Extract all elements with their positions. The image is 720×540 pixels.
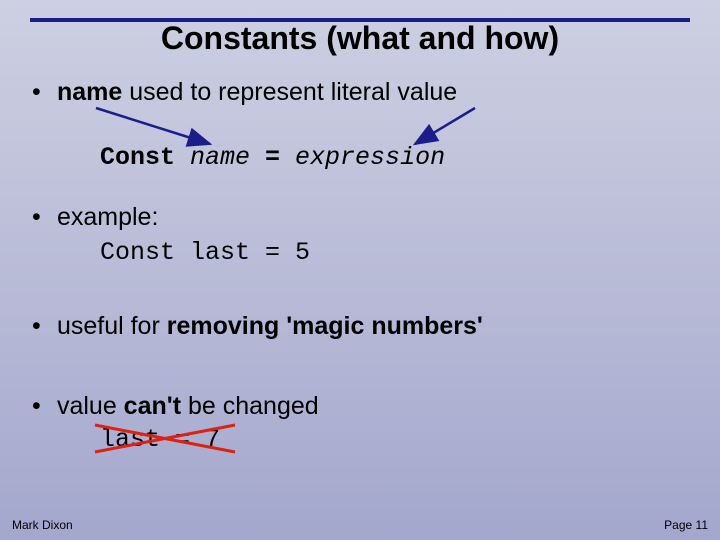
bullet-dot: • — [32, 392, 50, 421]
bullet-dot: • — [32, 203, 50, 232]
bad-code: last = 7 — [100, 425, 220, 454]
bullet-dot: • — [32, 312, 50, 341]
footer-page: Page 11 — [664, 518, 708, 532]
syntax-eq: = — [250, 143, 295, 172]
syntax-line: Const name = expression — [100, 143, 445, 172]
bullet3-bold: removing 'magic numbers' — [167, 312, 483, 340]
bullet1-name: name — [57, 78, 122, 106]
bullet-dot: • — [32, 78, 50, 107]
bullet3-pre: useful for — [57, 312, 167, 340]
bullet-name-literal: • name used to represent literal value — [32, 78, 457, 107]
bullet4-post: be changed — [181, 392, 319, 420]
bullet4-pre: value — [57, 392, 124, 420]
bullet2-text: example: — [57, 203, 158, 231]
bullet4-bold: can't — [124, 392, 181, 420]
bullet1-rest: used to represent literal value — [122, 78, 457, 106]
bullet-cant-change: • value can't be changed — [32, 392, 319, 421]
example-code: Const last = 5 — [100, 238, 310, 267]
bullet-magic-numbers: • useful for removing 'magic numbers' — [32, 312, 483, 341]
bullet-example: • example: — [32, 203, 158, 232]
syntax-name: name — [190, 143, 250, 172]
slide-title: Constants (what and how) — [0, 20, 720, 57]
footer-author: Mark Dixon — [12, 518, 73, 532]
syntax-const: Const — [100, 143, 190, 172]
syntax-expr: expression — [295, 143, 445, 172]
